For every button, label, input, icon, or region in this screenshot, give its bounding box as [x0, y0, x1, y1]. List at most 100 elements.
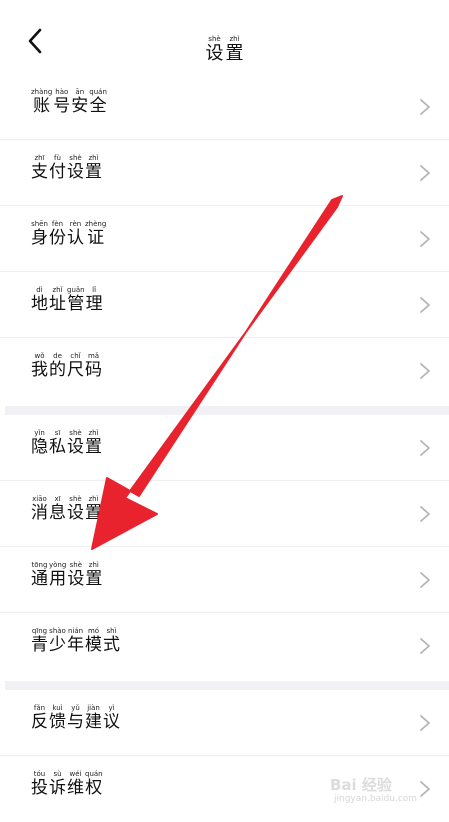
ruby-char: zhì 置	[85, 154, 102, 182]
ruby-char: sù 诉	[49, 770, 66, 798]
hanzi-char: 置	[85, 569, 103, 589]
chevron-right-icon	[420, 165, 430, 181]
settings-item-address-management[interactable]: dì 地 zhǐ 址 guǎn 管 lǐ 理	[0, 272, 449, 338]
ruby-char: de 的	[49, 352, 66, 380]
hanzi-char: 地	[31, 294, 48, 314]
group-separator	[5, 406, 449, 415]
ruby-char: xī 息	[49, 495, 66, 523]
hanzi-char: 管	[67, 294, 85, 314]
chevron-right-icon	[420, 638, 430, 654]
hanzi-char: 址	[49, 294, 66, 314]
hanzi-char: 议	[103, 712, 120, 732]
chevron-right-icon	[420, 715, 430, 731]
hanzi-char: 投	[31, 778, 48, 798]
ruby-char: shè 设	[67, 561, 84, 589]
hanzi-char: 认	[67, 228, 84, 248]
ruby-char: shè 设	[67, 495, 84, 523]
hanzi-char: 通	[31, 569, 48, 589]
ruby-char: zhì 置	[85, 561, 102, 589]
chevron-right-icon	[420, 572, 430, 588]
chevron-right-icon	[420, 781, 430, 797]
ruby-char: kuì 馈	[49, 704, 66, 732]
chevron-right-icon	[420, 231, 430, 247]
settings-item-label: fǎn 反 kuì 馈 yǔ 与 jiàn 建 yì 议	[31, 704, 121, 732]
ruby-char: zhàng 账	[31, 88, 52, 116]
ruby-char: zhì 置	[85, 429, 102, 457]
hanzi-char: 尺	[67, 360, 84, 380]
ruby-char: quán 全	[89, 88, 107, 116]
ruby-char: zhī 支	[31, 154, 48, 182]
ruby-char: dì 地	[31, 286, 48, 314]
hanzi-char: 设	[205, 43, 224, 64]
ruby-char: rèn 认	[67, 220, 84, 248]
settings-item-account-security[interactable]: zhàng 账 hào 号 ān 安 quán 全	[0, 74, 449, 140]
hanzi-char: 账	[33, 96, 51, 116]
hanzi-char: 置	[85, 503, 102, 523]
hanzi-char: 建	[85, 712, 102, 732]
ruby-char: shè 设	[206, 35, 224, 64]
page-title: shè 设 zhì 置	[0, 26, 449, 64]
ruby-char: shè 设	[67, 429, 84, 457]
ruby-char: zhì 置	[85, 495, 102, 523]
settings-item-my-size[interactable]: wǒ 我 de 的 chǐ 尺 mǎ 码	[0, 338, 449, 404]
ruby-char: zhì 置	[226, 35, 244, 64]
hanzi-char: 权	[85, 778, 103, 798]
settings-item-payment-settings[interactable]: zhī 支 fù 付 shè 设 zhì 置	[0, 140, 449, 206]
hanzi-char: 证	[87, 228, 105, 248]
settings-item-complaint-rights[interactable]: tóu 投 sù 诉 wéi 维 quán 权	[0, 756, 449, 822]
settings-item-privacy-settings[interactable]: yǐn 隐 sī 私 shè 设 zhì 置	[0, 415, 449, 481]
ruby-char: shì 式	[103, 627, 120, 655]
ruby-char: shēn 身	[31, 220, 48, 248]
ruby-char: zhèng 证	[85, 220, 106, 248]
ruby-char: xiāo 消	[31, 495, 48, 523]
settings-item-message-settings[interactable]: xiāo 消 xī 息 shè 设 zhì 置	[0, 481, 449, 547]
hanzi-char: 模	[85, 635, 102, 655]
settings-item-label: yǐn 隐 sī 私 shè 设 zhì 置	[31, 429, 103, 457]
hanzi-char: 维	[67, 778, 84, 798]
ruby-char: nián 年	[67, 627, 84, 655]
hanzi-char: 设	[67, 569, 85, 589]
hanzi-char: 息	[49, 503, 66, 523]
ruby-char: yì 议	[103, 704, 120, 732]
hanzi-char: 少	[49, 635, 66, 655]
hanzi-char: 诉	[49, 778, 66, 798]
hanzi-char: 的	[49, 360, 66, 380]
hanzi-char: 设	[67, 503, 84, 523]
ruby-char: mó 模	[85, 627, 102, 655]
ruby-char: jiàn 建	[85, 704, 102, 732]
hanzi-char: 青	[31, 635, 48, 655]
page-title-text: shè 设 zhì 置	[205, 35, 245, 64]
hanzi-char: 年	[67, 635, 84, 655]
ruby-char: quán 权	[85, 770, 103, 798]
ruby-char: shào 少	[49, 627, 66, 655]
hanzi-char: 置	[85, 437, 102, 457]
settings-item-label: tōng 通 yòng 用 shè 设 zhì 置	[31, 561, 103, 589]
chevron-right-icon	[420, 297, 430, 313]
hanzi-char: 号	[53, 96, 71, 116]
ruby-char: lǐ 理	[86, 286, 103, 314]
ruby-char: sī 私	[49, 429, 66, 457]
settings-group-preferences: yǐn 隐 sī 私 shè 设 zhì 置 xiāo 消 xī 息 shè 设 zhì 置 tōng 通 yòng…	[0, 415, 449, 679]
hanzi-char: 理	[85, 294, 103, 314]
settings-item-identity-verification[interactable]: shēn 身 fèn 份 rèn 认 zhèng 证	[0, 206, 449, 272]
ruby-char: chǐ 尺	[67, 352, 84, 380]
group-separator	[5, 681, 449, 690]
settings-item-label: zhàng 账 hào 号 ān 安 quán 全	[31, 88, 108, 116]
settings-item-teen-mode[interactable]: qīng 青 shào 少 nián 年 mó 模 shì 式	[0, 613, 449, 679]
settings-item-label: shēn 身 fèn 份 rèn 认 zhèng 证	[31, 220, 107, 248]
chevron-right-icon	[420, 440, 430, 456]
hanzi-char: 反	[31, 712, 48, 732]
hanzi-char: 份	[49, 228, 66, 248]
hanzi-char: 置	[225, 43, 244, 64]
settings-item-label: dì 地 zhǐ 址 guǎn 管 lǐ 理	[31, 286, 104, 314]
settings-item-label: zhī 支 fù 付 shè 设 zhì 置	[31, 154, 103, 182]
settings-item-general-settings[interactable]: tōng 通 yòng 用 shè 设 zhì 置	[0, 547, 449, 613]
settings-item-feedback[interactable]: fǎn 反 kuì 馈 yǔ 与 jiàn 建 yì 议	[0, 690, 449, 756]
hanzi-char: 全	[89, 96, 107, 116]
hanzi-char: 与	[67, 712, 84, 732]
chevron-right-icon	[420, 99, 430, 115]
hanzi-char: 身	[31, 228, 48, 248]
settings-group-support: fǎn 反 kuì 馈 yǔ 与 jiàn 建 yì 议 tóu 投 sù 诉 wéi 维 quán 权	[0, 690, 449, 822]
hanzi-char: 我	[31, 360, 48, 380]
ruby-char: fù 付	[49, 154, 66, 182]
